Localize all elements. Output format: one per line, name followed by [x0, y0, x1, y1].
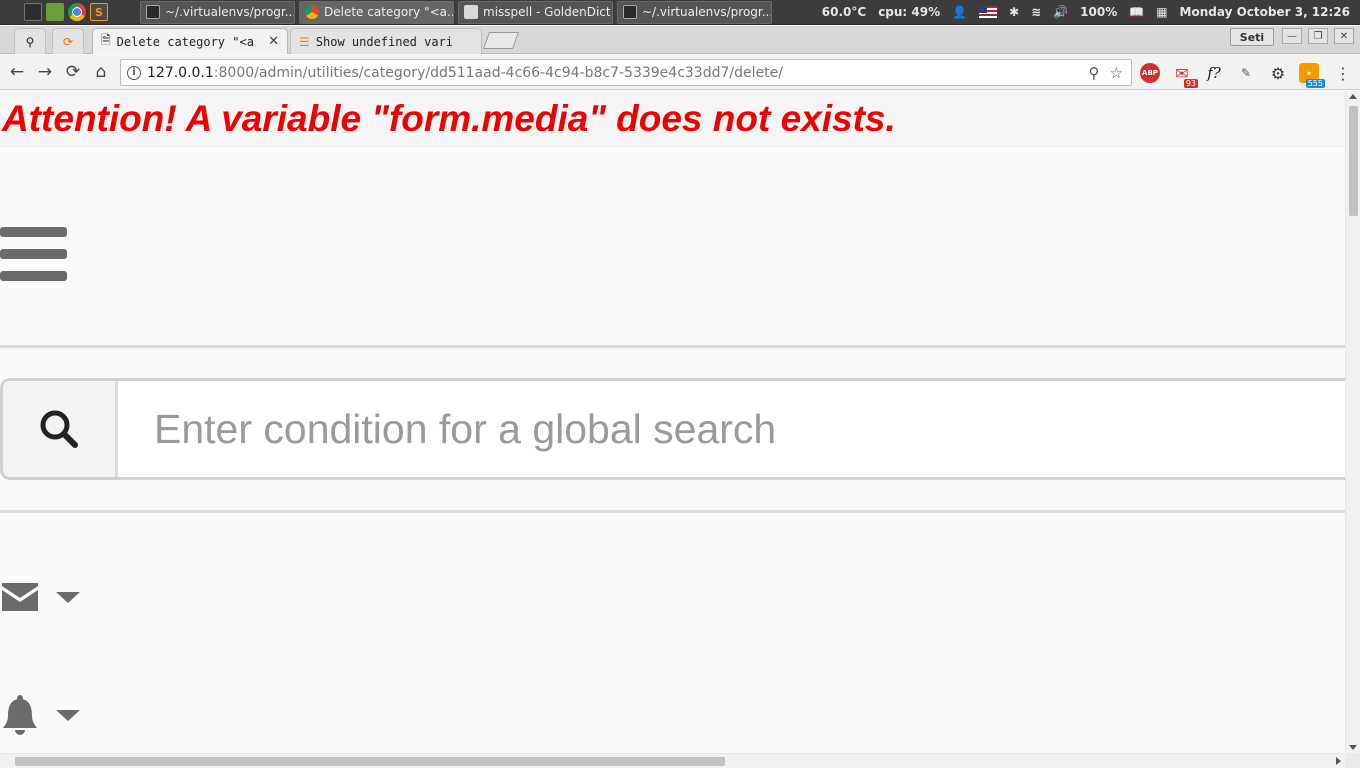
gear-icon[interactable]: ⚙ [1268, 63, 1288, 83]
messages-dropdown[interactable] [0, 581, 80, 613]
site-info-icon[interactable]: i [121, 65, 147, 80]
files-icon[interactable] [46, 3, 64, 21]
pinned-tab-loading[interactable]: ⟳ [52, 28, 84, 54]
tab-show-undefined[interactable]: ☰ Show undefined vari [290, 28, 482, 54]
hamburger-menu-icon[interactable] [0, 227, 67, 283]
scroll-up-icon[interactable] [1349, 94, 1357, 99]
vertical-scroll-thumb[interactable] [1349, 106, 1358, 216]
close-tab-icon[interactable]: ✕ [268, 34, 279, 49]
loading-icon: ⟳ [62, 34, 74, 49]
terminal-icon [146, 5, 160, 19]
bell-icon [3, 695, 37, 735]
browser-tabstrip: ⚲ ⟳ 🗎 Delete category "<a ✕ ☰ Show undef… [0, 26, 1360, 54]
window-button-goldendict[interactable]: misspell - GoldenDict [458, 0, 613, 24]
gmail-checker-icon[interactable]: ✉ 93 [1172, 63, 1198, 88]
battery-readout[interactable]: 100% [1080, 5, 1117, 19]
profile-button[interactable]: Seti [1230, 28, 1274, 46]
window-title: ~/.virtualenvs/progr... [165, 5, 295, 19]
window-list: ~/.virtualenvs/progr... Delete category … [140, 0, 772, 24]
sublime-icon[interactable]: S [90, 3, 108, 21]
search-icon: ⚲ [25, 34, 35, 49]
horizontal-scrollbar[interactable] [0, 753, 1345, 768]
attention-message: Attention! A variable "form.media" does … [0, 91, 1345, 147]
system-tray: 60.0°C cpu: 49% 👤 ✱ ≋ 🔊 100% 📖 ▦ Monday … [822, 5, 1360, 19]
scroll-down-icon[interactable] [1349, 745, 1357, 750]
book-icon[interactable]: 📖 [1129, 5, 1144, 19]
notifications-dropdown[interactable] [0, 694, 80, 736]
stackoverflow-icon: ☰ [299, 34, 310, 49]
eyedropper-icon[interactable]: ✎ [1236, 63, 1256, 83]
launcher-group: S [0, 3, 140, 21]
horizontal-scroll-thumb[interactable] [15, 757, 725, 766]
home-icon[interactable]: ⌂ [90, 61, 112, 83]
bookmark-star-icon[interactable]: ☆ [1110, 64, 1123, 82]
scroll-right-icon[interactable] [1336, 757, 1341, 765]
dictionary-icon [464, 5, 478, 19]
rss-count-badge: 555 [1305, 79, 1325, 88]
tab-title: Show undefined vari [315, 34, 454, 49]
window-title: ~/.virtualenvs/progr... [642, 5, 772, 19]
adblock-icon[interactable]: ABP [1140, 63, 1160, 83]
wifi-icon[interactable]: ≋ [1031, 5, 1041, 19]
forward-icon[interactable]: → [34, 61, 56, 83]
url-host: 127.0.0.1 [147, 64, 214, 81]
chevron-down-icon [56, 591, 80, 603]
window-button-terminal-1[interactable]: ~/.virtualenvs/progr... [140, 0, 295, 24]
os-taskbar: S ~/.virtualenvs/progr... Delete categor… [0, 0, 1360, 25]
user-icon[interactable]: 👤 [952, 5, 967, 19]
function-extension-icon[interactable]: f? [1204, 63, 1224, 83]
scrollbar-corner [1345, 753, 1360, 768]
window-title: misspell - GoldenDict [483, 5, 611, 19]
temperature-readout: 60.0°C [821, 5, 867, 19]
cpu-readout: cpu: 49% [878, 5, 941, 19]
divider [0, 345, 1345, 348]
tab-title: Delete category "<a [116, 34, 254, 49]
volume-icon[interactable]: 🔊 [1053, 5, 1068, 19]
new-tab-button[interactable] [482, 32, 520, 49]
reload-icon[interactable]: ⟳ [62, 61, 84, 83]
page-icon: 🗎 [101, 33, 111, 47]
terminal-icon[interactable] [24, 3, 42, 21]
global-search [0, 378, 1345, 480]
window-button-chrome[interactable]: Delete category "<a... [299, 0, 454, 24]
search-icon [40, 410, 78, 448]
search-button[interactable] [3, 381, 118, 477]
minimize-icon[interactable]: — [1282, 28, 1302, 44]
mail-count-badge: 93 [1183, 79, 1198, 88]
chevron-down-icon [56, 709, 80, 721]
divider [0, 510, 1345, 513]
window-title: Delete category "<a... [324, 5, 454, 19]
window-button-terminal-2[interactable]: ~/.virtualenvs/progr... [617, 0, 772, 24]
update-icon[interactable]: ▦ [1156, 5, 1167, 19]
zoom-icon[interactable]: ⚲ [1089, 64, 1100, 82]
page-content: Attention! A variable "form.media" does … [0, 91, 1345, 753]
terminal-icon [623, 5, 637, 19]
chrome-icon [305, 5, 319, 19]
address-bar[interactable]: i 127.0.0.1 :8000/admin/utilities/catego… [120, 59, 1132, 86]
bluetooth-icon[interactable]: ✱ [1009, 5, 1019, 19]
browser-toolbar: ← → ⟳ ⌂ i 127.0.0.1 :8000/admin/utilitie… [0, 55, 1360, 90]
clock[interactable]: Monday October 3, 12:26 [1180, 5, 1350, 19]
menu-kebab-icon[interactable]: ⋮ [1333, 63, 1353, 83]
url-path: :8000/admin/utilities/category/dd511aad-… [213, 64, 783, 81]
global-search-input[interactable] [118, 381, 1345, 477]
pinned-tab-search[interactable]: ⚲ [14, 28, 46, 54]
restore-icon[interactable]: ❐ [1308, 28, 1328, 44]
keyboard-layout-flag-icon[interactable] [979, 6, 998, 18]
back-icon[interactable]: ← [6, 61, 28, 83]
tab-delete-category[interactable]: 🗎 Delete category "<a ✕ [92, 28, 288, 54]
vertical-scrollbar[interactable] [1345, 91, 1360, 753]
rss-icon[interactable]: ⋆ 555 [1299, 63, 1325, 88]
chrome-icon[interactable] [68, 3, 86, 21]
envelope-icon [2, 583, 38, 611]
close-window-icon[interactable]: ✕ [1334, 28, 1354, 44]
